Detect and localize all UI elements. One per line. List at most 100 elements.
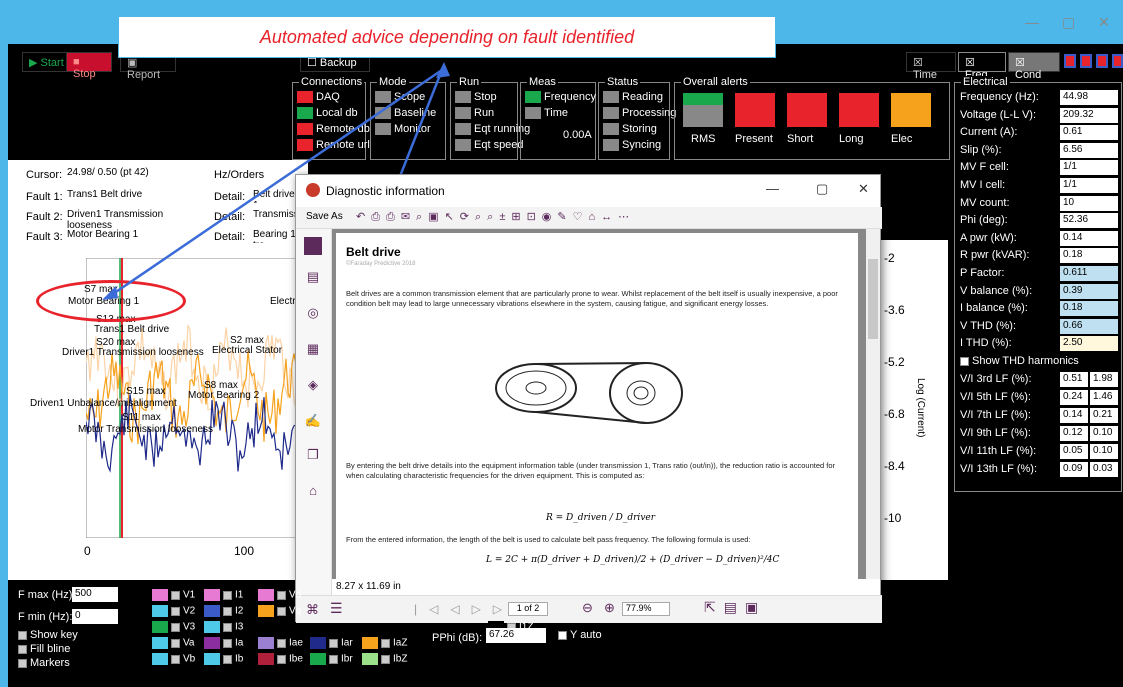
- legend-checkbox[interactable]: [171, 590, 180, 600]
- tag-icon[interactable]: ◈: [304, 377, 322, 395]
- legend-checkbox[interactable]: [223, 638, 232, 648]
- y-auto-checkbox[interactable]: Y auto: [558, 629, 602, 641]
- pages-icon[interactable]: ▤: [304, 269, 322, 287]
- legend-item[interactable]: V2: [152, 605, 195, 617]
- legend-item[interactable]: Ibr: [310, 653, 353, 665]
- legend-item[interactable]: Vq: [258, 605, 301, 617]
- layout-icon-4[interactable]: [1112, 54, 1123, 68]
- legend-checkbox[interactable]: [223, 654, 232, 664]
- legend-checkbox[interactable]: [171, 638, 180, 648]
- run-indicator: [455, 139, 471, 152]
- layout-icon-2[interactable]: [1080, 54, 1092, 68]
- legend-checkbox[interactable]: [277, 590, 286, 600]
- legend-item[interactable]: Vb: [152, 653, 195, 665]
- pdf-close-button[interactable]: ✕: [858, 181, 869, 197]
- zoom-field[interactable]: 77.9%: [622, 602, 670, 616]
- pdf-minimize-button[interactable]: —: [766, 181, 779, 196]
- legend-checkbox[interactable]: [329, 638, 338, 648]
- fault-value[interactable]: Driven1 Transmission looseness: [64, 208, 208, 231]
- legend-checkbox[interactable]: [277, 638, 286, 648]
- minimize-button[interactable]: —: [1025, 14, 1039, 30]
- legend-item[interactable]: IaZ: [362, 637, 407, 649]
- zoom-out-icon[interactable]: ⊖: [582, 600, 593, 616]
- legend-item[interactable]: V3: [152, 621, 195, 633]
- legend-item[interactable]: I3: [204, 621, 243, 633]
- attach-icon[interactable]: ⌘: [306, 602, 319, 618]
- electrical-value: 0.14: [1060, 230, 1118, 246]
- pdf-maximize-button[interactable]: ▢: [816, 181, 828, 197]
- pdf-tool-icons[interactable]: ↶⎙⎙✉⌕▣↖⟳⌕⌕±⊞⊡◉✎♡⌂↔⋯: [356, 210, 635, 224]
- legend-checkbox[interactable]: [381, 654, 390, 664]
- y-tick: -2: [884, 251, 895, 265]
- pdf-scroll-thumb[interactable]: [868, 259, 878, 339]
- fault-detail[interactable]: Transmissio: [250, 208, 300, 223]
- fault-value[interactable]: Trans1 Belt drive: [64, 188, 208, 203]
- legend-checkbox[interactable]: [171, 622, 180, 632]
- page-input[interactable]: 1 of 2: [508, 602, 548, 616]
- harmonic-i-value: 0.03: [1090, 462, 1118, 477]
- view-mode-icons[interactable]: ⇱▤▣: [704, 599, 766, 616]
- fault-value[interactable]: Motor Bearing 1: [64, 228, 208, 243]
- doc-para-1: Belt drives are a common transmission el…: [346, 289, 838, 308]
- legend-checkbox[interactable]: [171, 606, 180, 616]
- legend-item[interactable]: Ibe: [258, 653, 303, 665]
- legend-checkbox[interactable]: [381, 638, 390, 648]
- location-icon[interactable]: ◎: [304, 305, 322, 323]
- comment-icon[interactable]: ☰: [330, 600, 343, 617]
- legend-checkbox[interactable]: [223, 590, 232, 600]
- copy-icon[interactable]: ❐: [304, 447, 322, 465]
- show-thd-checkbox[interactable]: Show THD harmonics: [960, 355, 1079, 367]
- doc-heading: Belt drive: [346, 245, 401, 259]
- legend-item[interactable]: Iae: [258, 637, 303, 649]
- layout-icon-1[interactable]: [1064, 54, 1076, 68]
- signature-icon[interactable]: ✍: [304, 413, 322, 431]
- stop-button[interactable]: ■ Stop: [66, 52, 112, 80]
- close-button[interactable]: ✕: [1098, 14, 1110, 31]
- pdf-scrollbar[interactable]: [866, 229, 880, 579]
- markers-checkbox[interactable]: Markers: [18, 657, 70, 669]
- layout-icon-3[interactable]: [1096, 54, 1108, 68]
- legend-item[interactable]: I2: [204, 605, 243, 617]
- legend-item[interactable]: I1: [204, 589, 243, 601]
- legend-checkbox[interactable]: [277, 654, 286, 664]
- legend-item[interactable]: IbZ: [362, 653, 407, 665]
- checkbox-box[interactable]: [960, 356, 969, 366]
- stamp-icon[interactable]: ⌂: [304, 483, 322, 501]
- zoom-in-icon[interactable]: ⊕: [604, 600, 615, 616]
- tab-freq[interactable]: ☒ Freq: [958, 52, 1006, 81]
- y-tick: -8.4: [884, 459, 905, 473]
- electrical-label: V balance (%):: [960, 284, 1033, 297]
- fault-detail[interactable]: Bearing 1 tra: [250, 228, 300, 243]
- tab-cond[interactable]: ☒ Cond: [1008, 52, 1060, 81]
- fault-detail[interactable]: Belt drive 1: [250, 188, 300, 203]
- legend-checkbox[interactable]: [223, 606, 232, 616]
- notes-icon[interactable]: ▦: [304, 341, 322, 359]
- tab-time[interactable]: ☒ Time: [906, 52, 956, 81]
- legend-item[interactable]: Ia: [204, 637, 243, 649]
- legend-item[interactable]: Ib: [204, 653, 243, 665]
- legend-checkbox[interactable]: [223, 622, 232, 632]
- fmax-input[interactable]: 500: [72, 587, 118, 602]
- pdf-viewport[interactable]: Belt drive ©Faraday Predictive 2018 Belt…: [332, 229, 866, 579]
- fmin-input[interactable]: 0: [72, 609, 118, 624]
- legend-checkbox[interactable]: [277, 606, 286, 616]
- legend-item[interactable]: Vd: [258, 589, 301, 601]
- legend-item[interactable]: Iar: [310, 637, 353, 649]
- markers-label: Markers: [30, 657, 70, 669]
- legend-item[interactable]: V1: [152, 589, 195, 601]
- bookmark-icon[interactable]: [304, 237, 322, 255]
- formula-ratio: R = D_driven / D_driver: [546, 513, 656, 523]
- legend-label: I3: [235, 621, 244, 633]
- plot-annotation: Trans1 Belt drive: [94, 324, 170, 335]
- alert-label: Elec: [891, 133, 913, 145]
- save-as-button[interactable]: Save As: [306, 211, 343, 222]
- legend-checkbox[interactable]: [329, 654, 338, 664]
- legend-swatch: [258, 589, 274, 601]
- legend-checkbox[interactable]: [171, 654, 180, 664]
- alerts-title: Overall alerts: [681, 76, 750, 88]
- fill-bline-checkbox[interactable]: Fill bline: [18, 643, 70, 655]
- maximize-button[interactable]: ▢: [1062, 14, 1075, 31]
- legend-item[interactable]: Va: [152, 637, 195, 649]
- show-key-checkbox[interactable]: Show key: [18, 629, 78, 641]
- x-tick-100: 100: [234, 544, 255, 558]
